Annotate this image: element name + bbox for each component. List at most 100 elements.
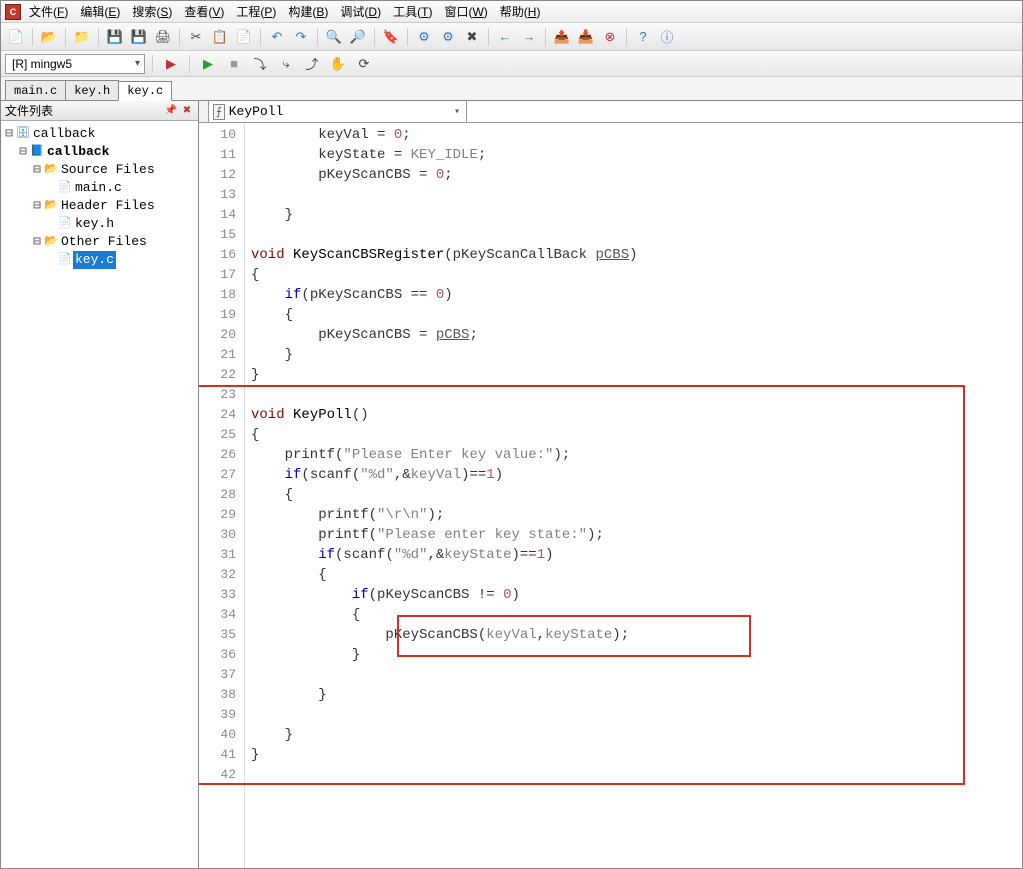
code-line-33[interactable]: if(pKeyScanCBS != 0) bbox=[251, 585, 1016, 605]
menu-p[interactable]: 工程(P) bbox=[230, 1, 282, 22]
code-line-20[interactable]: pKeyScanCBS = pCBS; bbox=[251, 325, 1016, 345]
menu-h[interactable]: 帮助(H) bbox=[494, 1, 547, 22]
code-line-10[interactable]: keyVal = 0; bbox=[251, 125, 1016, 145]
breakpoint-icon[interactable]: ✋ bbox=[327, 53, 349, 75]
run-icon[interactable]: ▶ bbox=[197, 53, 219, 75]
info-icon[interactable]: ⓘ bbox=[656, 26, 678, 48]
code-line-11[interactable]: keyState = KEY_IDLE; bbox=[251, 145, 1016, 165]
debug-start-icon[interactable]: ▶ bbox=[160, 53, 182, 75]
function-selector[interactable]: ⨍ KeyPoll bbox=[209, 101, 467, 122]
code-line-28[interactable]: { bbox=[251, 485, 1016, 505]
open-icon[interactable]: 📂 bbox=[38, 26, 60, 48]
code-line-25[interactable]: { bbox=[251, 425, 1016, 445]
tree-file-key-c[interactable]: 📄key.c bbox=[3, 251, 196, 269]
code-line-31[interactable]: if(scanf("%d",&keyState)==1) bbox=[251, 545, 1016, 565]
code-line-32[interactable]: { bbox=[251, 565, 1016, 585]
close-panel-icon[interactable]: ✖ bbox=[180, 104, 194, 118]
nav-fwd-icon[interactable]: → bbox=[518, 26, 540, 48]
code-line-24[interactable]: void KeyPoll() bbox=[251, 405, 1016, 425]
nav-back-icon[interactable]: ← bbox=[494, 26, 516, 48]
code-line-18[interactable]: if(pKeyScanCBS == 0) bbox=[251, 285, 1016, 305]
copy-icon[interactable]: 📋 bbox=[209, 26, 231, 48]
code-line-14[interactable]: } bbox=[251, 205, 1016, 225]
code-line-41[interactable]: } bbox=[251, 745, 1016, 765]
code-line-23[interactable] bbox=[251, 385, 1016, 405]
menu-f[interactable]: 文件(F) bbox=[23, 1, 74, 22]
build-icon[interactable]: ⚙ bbox=[413, 26, 435, 48]
save-all-icon[interactable]: 💾 bbox=[128, 26, 150, 48]
code-line-26[interactable]: printf("Please Enter key value:"); bbox=[251, 445, 1016, 465]
code-editor[interactable]: 10 11 12 13 14 15 16 17 18 19 20 21 22 2… bbox=[199, 123, 1022, 868]
code-line-19[interactable]: { bbox=[251, 305, 1016, 325]
find-icon[interactable]: 🔍 bbox=[323, 26, 345, 48]
tab-main-c[interactable]: main.c bbox=[5, 80, 66, 100]
cut-icon[interactable]: ✂ bbox=[185, 26, 207, 48]
tree-folder-source-files[interactable]: ⊟📂Source Files bbox=[3, 161, 196, 179]
pin-icon[interactable]: 📌 bbox=[164, 104, 178, 118]
export-icon[interactable]: 📤 bbox=[551, 26, 573, 48]
code-line-17[interactable]: { bbox=[251, 265, 1016, 285]
close-doc-icon[interactable]: ⊗ bbox=[599, 26, 621, 48]
code-line-35[interactable]: pKeyScanCBS(keyVal,keyState); bbox=[251, 625, 1016, 645]
tab-key-h[interactable]: key.h bbox=[65, 80, 119, 100]
code-line-39[interactable] bbox=[251, 705, 1016, 725]
code-line-27[interactable]: if(scanf("%d",&keyVal)==1) bbox=[251, 465, 1016, 485]
paste-icon[interactable]: 📄 bbox=[233, 26, 255, 48]
new-file-icon[interactable]: 📄 bbox=[5, 26, 27, 48]
step-into-icon[interactable]: ⤷ bbox=[275, 53, 297, 75]
code-content[interactable]: keyVal = 0; keyState = KEY_IDLE; pKeySca… bbox=[245, 123, 1022, 868]
code-line-30[interactable]: printf("Please enter key state:"); bbox=[251, 525, 1016, 545]
debug-toolbar: [R] mingw5 ▶ ▶ ■ ⤵ ⤷ ⤴ ✋ ⟳ bbox=[1, 51, 1022, 77]
code-line-34[interactable]: { bbox=[251, 605, 1016, 625]
menu-b[interactable]: 构建(B) bbox=[282, 1, 334, 22]
help-icon[interactable]: ? bbox=[632, 26, 654, 48]
print-icon[interactable]: 🖨 bbox=[152, 26, 174, 48]
code-line-38[interactable]: } bbox=[251, 685, 1016, 705]
menubar: C 文件(F)编辑(E)搜索(S)查看(V)工程(P)构建(B)调试(D)工具(… bbox=[1, 1, 1022, 23]
menu-d[interactable]: 调试(D) bbox=[334, 1, 387, 22]
code-line-37[interactable] bbox=[251, 665, 1016, 685]
new-project-icon[interactable]: 📁 bbox=[71, 26, 93, 48]
code-line-40[interactable]: } bbox=[251, 725, 1016, 745]
tree-workspace[interactable]: ⊟🗄callback bbox=[3, 125, 196, 143]
step-over-icon[interactable]: ⤵ bbox=[249, 53, 271, 75]
save-icon[interactable]: 💾 bbox=[104, 26, 126, 48]
code-line-21[interactable]: } bbox=[251, 345, 1016, 365]
code-line-13[interactable] bbox=[251, 185, 1016, 205]
menu-v[interactable]: 查看(V) bbox=[178, 1, 230, 22]
code-line-36[interactable]: } bbox=[251, 645, 1016, 665]
editor-area: ⨍ KeyPoll 10 11 12 13 14 15 16 17 18 19 … bbox=[199, 101, 1022, 868]
editor-tabs: main.ckey.hkey.c bbox=[1, 77, 1022, 101]
menu-t[interactable]: 工具(T) bbox=[387, 1, 438, 22]
tree-file-main-c[interactable]: 📄main.c bbox=[3, 179, 196, 197]
redo-icon[interactable]: ↷ bbox=[290, 26, 312, 48]
code-line-16[interactable]: void KeyScanCBSRegister(pKeyScanCallBack… bbox=[251, 245, 1016, 265]
undo-icon[interactable]: ↶ bbox=[266, 26, 288, 48]
code-line-29[interactable]: printf("\r\n"); bbox=[251, 505, 1016, 525]
clean-icon[interactable]: ✖ bbox=[461, 26, 483, 48]
import-icon[interactable]: 📥 bbox=[575, 26, 597, 48]
app-window: C 文件(F)编辑(E)搜索(S)查看(V)工程(P)构建(B)调试(D)工具(… bbox=[0, 0, 1023, 869]
code-line-12[interactable]: pKeyScanCBS = 0; bbox=[251, 165, 1016, 185]
tab-key-c[interactable]: key.c bbox=[118, 81, 172, 101]
menu-s[interactable]: 搜索(S) bbox=[126, 1, 178, 22]
sidebar-title-label: 文件列表 bbox=[5, 102, 53, 119]
tree-folder-header-files[interactable]: ⊟📂Header Files bbox=[3, 197, 196, 215]
build-target-select[interactable]: [R] mingw5 bbox=[5, 54, 145, 74]
rebuild-icon[interactable]: ⚙ bbox=[437, 26, 459, 48]
code-line-15[interactable] bbox=[251, 225, 1016, 245]
menu-e[interactable]: 编辑(E) bbox=[74, 1, 126, 22]
file-tree[interactable]: ⊟🗄callback⊟📘callback⊟📂Source Files📄main.… bbox=[1, 121, 198, 868]
tree-folder-other-files[interactable]: ⊟📂Other Files bbox=[3, 233, 196, 251]
code-line-22[interactable]: } bbox=[251, 365, 1016, 385]
tree-project[interactable]: ⊟📘callback bbox=[3, 143, 196, 161]
find-in-files-icon[interactable]: 🔎 bbox=[347, 26, 369, 48]
continue-icon[interactable]: ⟳ bbox=[353, 53, 375, 75]
code-line-42[interactable] bbox=[251, 765, 1016, 785]
menu-w[interactable]: 窗口(W) bbox=[438, 1, 493, 22]
step-out-icon[interactable]: ⤴ bbox=[301, 53, 323, 75]
function-name: KeyPoll bbox=[229, 104, 284, 119]
stop-icon[interactable]: ■ bbox=[223, 53, 245, 75]
tree-file-key-h[interactable]: 📄key.h bbox=[3, 215, 196, 233]
bookmark-icon[interactable]: 🔖 bbox=[380, 26, 402, 48]
